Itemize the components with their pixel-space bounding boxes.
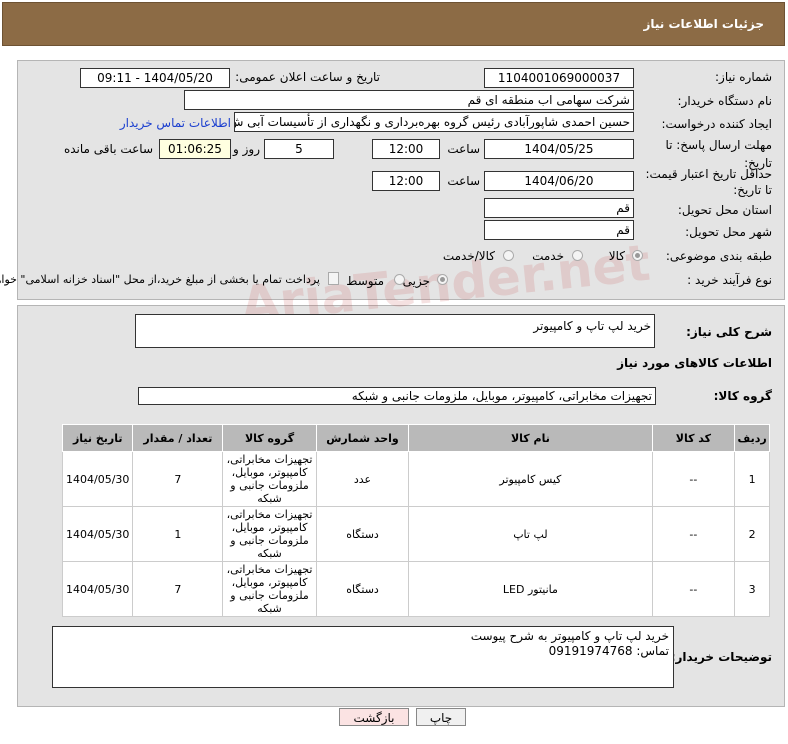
radio-minor-label: جزیی xyxy=(402,274,430,288)
cell-unit: دستگاه xyxy=(315,561,410,617)
cell-group: تجهیزات مخابراتی، کامپیوتر، موبایل، ملزو… xyxy=(222,506,317,562)
cell-qty: 1 xyxy=(132,506,224,562)
cell-name: لپ تاپ xyxy=(408,506,653,562)
cell-row: 1 xyxy=(734,451,770,507)
buyer-field: شرکت سهامی اب منطقه ای قم xyxy=(184,90,634,110)
cell-row: 3 xyxy=(734,561,770,617)
process-label: نوع فرآیند خرید : xyxy=(687,273,772,287)
radio-minor[interactable] xyxy=(437,274,448,285)
radio-service-label: خدمت xyxy=(532,249,564,263)
table-header-row: ردیف کد کالا نام کالا واحد شمارش گروه کا… xyxy=(61,424,770,452)
cell-date: 1404/05/30 xyxy=(61,451,134,507)
buyer-label: نام دستگاه خریدار: xyxy=(677,94,773,108)
col-unit: واحد شمارش xyxy=(315,424,410,452)
province-label: استان محل تحویل: xyxy=(677,203,772,217)
need-number-label: شماره نیاز: xyxy=(715,70,772,84)
buyer-notes-line-2: تماس: 09191974768 xyxy=(548,644,669,658)
cell-name: مانیتور LED xyxy=(408,561,653,617)
deadline-time: 12:00 xyxy=(372,139,440,159)
deadline-date: 1404/05/25 xyxy=(484,139,634,159)
goods-group-label: گروه کالا: xyxy=(713,389,772,403)
radio-goods-service-label: کالا/خدمت xyxy=(442,249,495,263)
cell-row: 2 xyxy=(734,506,770,562)
cell-date: 1404/05/30 xyxy=(61,561,134,617)
radio-medium[interactable] xyxy=(394,274,405,285)
table-row: 3 -- مانیتور LED دستگاه تجهیزات مخابراتی، کا… xyxy=(61,561,770,617)
summary-label: شرح کلی نیاز: xyxy=(686,325,772,339)
city-field: قم xyxy=(484,220,634,240)
cell-code: -- xyxy=(651,451,736,507)
time-label: ساعت xyxy=(447,142,480,156)
back-button[interactable]: بازگشت xyxy=(339,708,409,726)
validity-date: 1404/06/20 xyxy=(484,171,634,191)
validity-time-label: ساعت xyxy=(447,174,480,188)
col-qty: تعداد / مقدار xyxy=(132,424,224,452)
days-field: 5 xyxy=(264,139,334,159)
page-title: جزئیات اطلاعات نیاز xyxy=(643,17,764,31)
col-date: تاریخ نیاز xyxy=(61,424,134,452)
page-header: جزئیات اطلاعات نیاز xyxy=(2,2,785,46)
goods-section-title: اطلاعات کالاهای مورد نیاز xyxy=(617,356,772,370)
cell-code: -- xyxy=(651,506,736,562)
cell-unit: عدد xyxy=(315,451,410,507)
announce-field: 1404/05/20 - 09:11 xyxy=(80,68,230,88)
goods-table: ردیف کد کالا نام کالا واحد شمارش گروه کا… xyxy=(61,424,770,617)
buyer-notes-label: توضیحات خریدار: xyxy=(670,650,772,664)
announce-label: تاریخ و ساعت اعلان عمومی: xyxy=(235,70,380,84)
remaining-label: ساعت باقی مانده xyxy=(63,142,153,156)
radio-goods[interactable] xyxy=(632,250,643,261)
cell-date: 1404/05/30 xyxy=(61,506,134,562)
col-name: نام کالا xyxy=(408,424,653,452)
buyer-notes-textarea[interactable]: خرید لپ تاپ و کامپیوتر به شرح پیوست تماس… xyxy=(52,626,674,688)
col-row: ردیف xyxy=(734,424,770,452)
city-label: شهر محل تحویل: xyxy=(685,225,772,239)
table-row: 2 -- لپ تاپ دستگاه تجهیزات مخابراتی، کامپیوت… xyxy=(61,506,770,562)
buyer-notes-line-1: خرید لپ تاپ و کامپیوتر به شرح پیوست xyxy=(470,629,669,643)
need-number-field: 1104001069000037 xyxy=(484,68,634,88)
cell-qty: 7 xyxy=(132,561,224,617)
remaining-time: 01:06:25 xyxy=(159,139,231,159)
radio-service[interactable] xyxy=(572,250,583,261)
radio-goods-service[interactable] xyxy=(503,250,514,261)
cell-group: تجهیزات مخابراتی، کامپیوتر، موبایل، ملزو… xyxy=(222,451,317,507)
summary-textarea[interactable]: خرید لپ تاپ و کامپیوتر xyxy=(135,314,655,348)
validity-time: 12:00 xyxy=(372,171,440,191)
col-code: کد کالا xyxy=(651,424,736,452)
col-group: گروه کالا xyxy=(222,424,317,452)
cell-unit: دستگاه xyxy=(315,506,410,562)
cell-group: تجهیزات مخابراتی، کامپیوتر، موبایل، ملزو… xyxy=(222,561,317,617)
days-label: روز و xyxy=(233,142,260,156)
cell-code: -- xyxy=(651,561,736,617)
validity-label: حداقل تاریخ اعتبار قیمت: تا تاریخ: xyxy=(645,167,772,197)
buyer-contact-link[interactable]: اطلاعات تماس خریدار xyxy=(120,116,231,130)
creator-label: ایجاد کننده درخواست: xyxy=(661,117,772,131)
treasury-checkbox[interactable] xyxy=(328,272,339,285)
cell-name: کیس کامپیوتر xyxy=(408,451,653,507)
category-label: طبقه بندی موضوعی: xyxy=(665,249,772,263)
print-button[interactable]: چاپ xyxy=(416,708,466,726)
treasury-note: پرداخت تمام یا بخشی از مبلغ خرید،از محل … xyxy=(0,273,320,286)
table-row: 1 -- کیس کامپیوتر عدد تجهیزات مخابراتی، کامپ… xyxy=(61,451,770,507)
goods-group-field: تجهیزات مخابراتی، کامپیوتر، موبایل، ملزو… xyxy=(138,387,656,405)
radio-medium-label: متوسط xyxy=(346,274,384,288)
cell-qty: 7 xyxy=(132,451,224,507)
province-field: قم xyxy=(484,198,634,218)
radio-goods-label: کالا xyxy=(608,249,625,263)
creator-field: حسین احمدی شاپورآبادی رئیس گروه بهره‌برد… xyxy=(234,112,634,132)
